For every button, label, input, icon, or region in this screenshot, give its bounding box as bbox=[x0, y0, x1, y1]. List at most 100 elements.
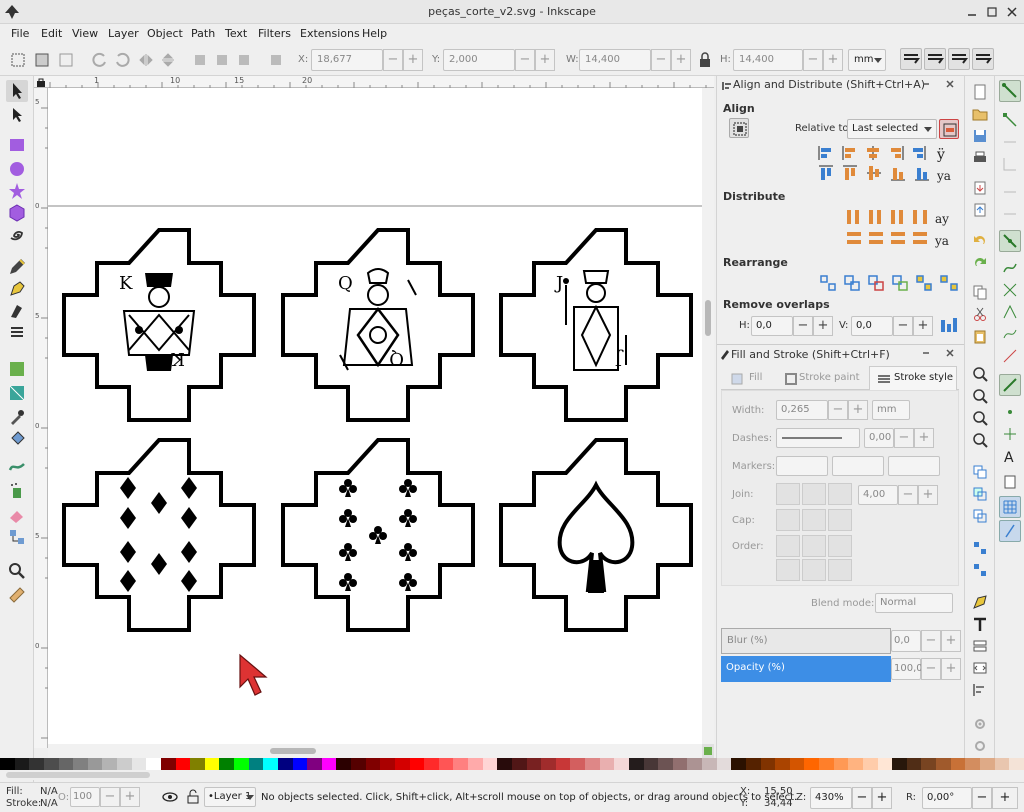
palette-swatch[interactable] bbox=[482, 758, 498, 770]
start-marker-select[interactable] bbox=[776, 456, 828, 476]
palette-swatch[interactable] bbox=[936, 758, 951, 770]
palette-swatch[interactable] bbox=[658, 758, 673, 770]
puzzle-piece-diamonds[interactable] bbox=[62, 438, 256, 632]
opacity-slider[interactable]: Opacity (%) bbox=[721, 656, 891, 682]
snap-nodes-toggle[interactable] bbox=[999, 230, 1021, 252]
palette-swatch[interactable] bbox=[58, 758, 74, 770]
close-icon[interactable] bbox=[1006, 6, 1018, 18]
palette-swatch[interactable] bbox=[819, 758, 834, 770]
blur-minus[interactable]: − bbox=[921, 630, 941, 652]
rotation-plus[interactable]: + bbox=[992, 787, 1018, 809]
menu-edit[interactable]: Edit bbox=[41, 27, 62, 40]
menu-layer[interactable]: Layer bbox=[108, 27, 139, 40]
spray-tool[interactable] bbox=[8, 482, 26, 500]
h-plus-button[interactable]: + bbox=[823, 49, 843, 71]
width-field[interactable]: 0,265 bbox=[776, 400, 828, 420]
order-stroke-markers-button[interactable] bbox=[802, 559, 826, 581]
dashes-select[interactable] bbox=[776, 428, 860, 448]
snap-others-toggle[interactable] bbox=[999, 374, 1021, 396]
select-all-layers-icon[interactable] bbox=[34, 52, 50, 68]
palette-swatch[interactable] bbox=[190, 758, 205, 770]
deselect-icon[interactable] bbox=[58, 52, 74, 68]
dialog-iconify-icon[interactable] bbox=[921, 348, 931, 358]
order-stroke-fill-button[interactable] bbox=[802, 535, 826, 557]
rearrange-buttons[interactable] bbox=[817, 272, 963, 294]
join-round-button[interactable] bbox=[802, 483, 826, 505]
node-tool[interactable] bbox=[8, 106, 26, 124]
dialog-close-icon[interactable] bbox=[945, 79, 955, 89]
width-unit-select[interactable]: mm bbox=[872, 400, 910, 420]
pencil-tool[interactable] bbox=[8, 258, 26, 276]
w-field[interactable]: 14,400 bbox=[579, 49, 651, 71]
cut-icon[interactable] bbox=[972, 306, 988, 322]
menu-extensions[interactable]: Extensions bbox=[300, 27, 360, 40]
cap-butt-button[interactable] bbox=[776, 509, 800, 531]
status-opacity-plus[interactable]: + bbox=[120, 787, 140, 807]
miter-minus[interactable]: − bbox=[898, 485, 918, 505]
connector-tool[interactable] bbox=[8, 528, 26, 546]
redo-icon[interactable] bbox=[972, 254, 988, 270]
miter-limit-field[interactable]: 4,00 bbox=[858, 485, 898, 505]
rotation-minus[interactable]: − bbox=[972, 787, 992, 809]
duplicate-icon[interactable] bbox=[972, 464, 988, 480]
overlap-h-field[interactable]: 0,0 bbox=[751, 316, 793, 336]
palette-swatch[interactable] bbox=[307, 758, 322, 770]
save-icon[interactable] bbox=[972, 128, 988, 144]
remove-overlaps-icon[interactable] bbox=[939, 316, 959, 336]
w-minus-button[interactable]: − bbox=[651, 49, 671, 71]
palette-swatch[interactable] bbox=[219, 758, 234, 770]
color-management-toggle[interactable] bbox=[702, 744, 714, 758]
move-patterns-toggle[interactable] bbox=[972, 48, 994, 70]
menu-view[interactable]: View bbox=[72, 27, 98, 40]
paint-bucket-tool[interactable] bbox=[8, 430, 26, 448]
zoom-tool[interactable] bbox=[8, 562, 26, 580]
new-document-icon[interactable] bbox=[972, 84, 988, 100]
snap-cusp-nodes-icon[interactable] bbox=[1002, 304, 1018, 320]
eye-visibility-icon[interactable] bbox=[162, 790, 178, 804]
palette-swatch[interactable] bbox=[526, 758, 542, 770]
text-tool[interactable] bbox=[8, 324, 26, 342]
undo-icon[interactable] bbox=[972, 232, 988, 248]
menu-text[interactable]: Text bbox=[225, 27, 247, 40]
palette-swatch[interactable] bbox=[892, 758, 907, 770]
palette-swatch[interactable] bbox=[131, 758, 147, 770]
palette-swatch[interactable] bbox=[760, 758, 776, 770]
3d-box-tool[interactable] bbox=[8, 204, 26, 222]
opacity-plus[interactable]: + bbox=[941, 658, 961, 680]
order-normal-button[interactable] bbox=[776, 535, 800, 557]
vertical-scrollbar[interactable] bbox=[702, 88, 714, 744]
palette-swatch[interactable] bbox=[73, 758, 88, 770]
palette-swatch[interactable] bbox=[1009, 758, 1024, 770]
palette-swatch[interactable] bbox=[906, 758, 922, 770]
palette-swatch[interactable] bbox=[87, 758, 103, 770]
dash-offset-plus[interactable]: + bbox=[914, 428, 934, 448]
flip-vertical-icon[interactable] bbox=[160, 52, 176, 68]
palette-swatch[interactable] bbox=[394, 758, 410, 770]
layers-icon[interactable] bbox=[972, 638, 988, 654]
snap-guides-toggle[interactable] bbox=[999, 520, 1021, 542]
align-distribute-icon[interactable] bbox=[972, 682, 988, 698]
copy-icon[interactable] bbox=[972, 284, 988, 300]
order-fill-markers-button[interactable] bbox=[828, 535, 852, 557]
select-all-icon[interactable] bbox=[10, 52, 26, 68]
palette-swatch[interactable] bbox=[921, 758, 936, 770]
palette-swatch[interactable] bbox=[687, 758, 702, 770]
palette-swatch[interactable] bbox=[965, 758, 980, 770]
palette-swatch[interactable] bbox=[585, 758, 600, 770]
measure-tool[interactable] bbox=[8, 586, 26, 604]
import-icon[interactable] bbox=[972, 180, 988, 196]
puzzle-piece-spade[interactable] bbox=[499, 438, 693, 632]
unlink-clone-icon[interactable] bbox=[972, 508, 988, 524]
ungroup-icon[interactable] bbox=[972, 562, 988, 578]
palette-swatch[interactable] bbox=[321, 758, 337, 770]
menu-filters[interactable]: Filters bbox=[258, 27, 291, 40]
zoom-plus[interactable]: + bbox=[872, 787, 892, 809]
palette-swatch[interactable] bbox=[848, 758, 863, 770]
text-font-icon[interactable] bbox=[972, 616, 988, 632]
calligraphy-tool[interactable] bbox=[8, 302, 26, 320]
minimize-icon[interactable] bbox=[966, 6, 978, 18]
menu-help[interactable]: Help bbox=[362, 27, 387, 40]
palette-swatch[interactable] bbox=[409, 758, 425, 770]
puzzle-piece-clubs[interactable] bbox=[281, 438, 475, 632]
palette-swatch[interactable] bbox=[745, 758, 761, 770]
